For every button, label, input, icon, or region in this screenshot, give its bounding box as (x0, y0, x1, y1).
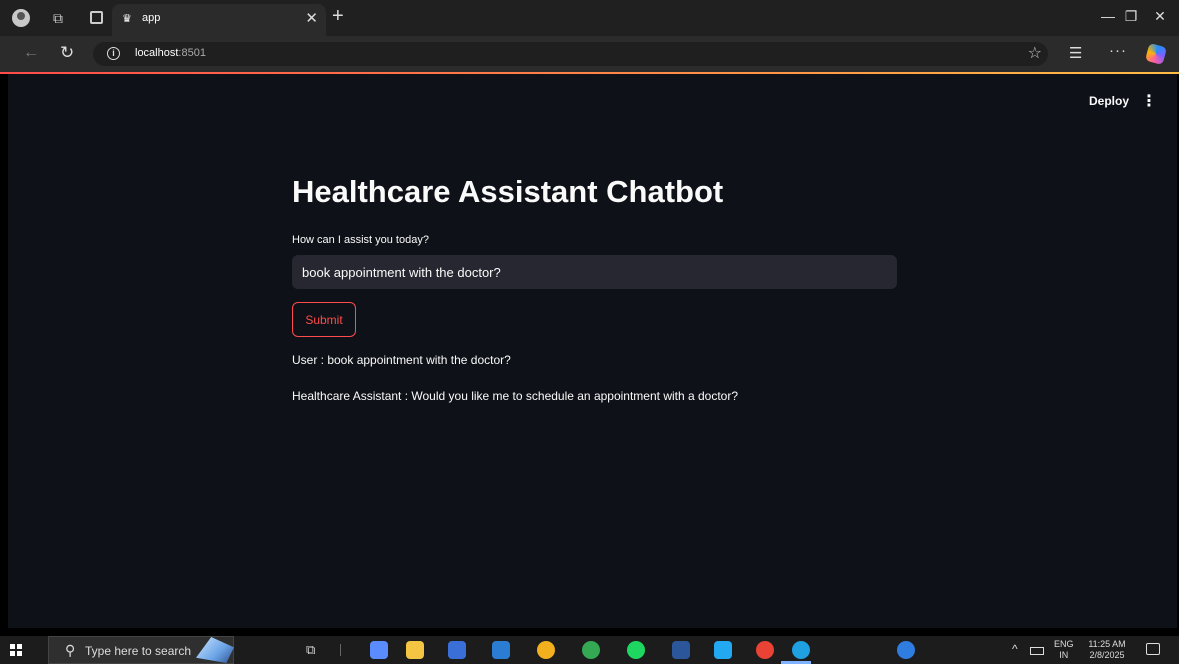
clock-date: 2/8/2025 (1089, 650, 1125, 660)
chevron-up-icon[interactable]: ^ (1012, 642, 1018, 656)
language-indicator[interactable]: ENG IN (1054, 639, 1074, 661)
input-label: How can I assist you today? (292, 234, 429, 246)
minimize-icon[interactable]: — (1098, 8, 1118, 24)
plus-icon[interactable]: + (332, 5, 344, 28)
info-icon[interactable]: i (107, 47, 120, 60)
outlook-icon[interactable] (492, 641, 510, 659)
chrome-icon-2[interactable] (756, 641, 774, 659)
main-menu-icon[interactable]: ⋮ (1141, 91, 1157, 111)
clock-time: 11:25 AM (1088, 639, 1126, 649)
favorites-icon[interactable]: ☰ (1069, 44, 1082, 62)
profile-icon[interactable] (12, 9, 30, 27)
address-bar[interactable]: i localhost:8501 ☆ (93, 42, 1048, 66)
taskbar: ⚲ Type here to search ⧉ ^ ENG IN 11:25 A… (0, 636, 1179, 664)
file-explorer-icon[interactable] (406, 641, 424, 659)
url-host: localhost (135, 47, 179, 59)
word-icon[interactable] (672, 641, 690, 659)
close-icon[interactable]: ✕ (305, 9, 318, 27)
notification-icon[interactable] (1146, 643, 1160, 655)
reload-icon[interactable]: ↻ (60, 43, 74, 63)
browser-tab-bar: ⧉ ♛ app ✕ + — ❐ ✕ (0, 0, 1179, 36)
app-main: Deploy ⋮ Healthcare Assistant Chatbot Ho… (8, 74, 1177, 628)
back-arrow-icon[interactable]: ← (23, 44, 39, 62)
chrome-profile-icon[interactable] (582, 641, 600, 659)
spotify-icon[interactable] (627, 641, 645, 659)
page-title: Healthcare Assistant Chatbot (292, 174, 724, 209)
edge-icon[interactable] (792, 641, 810, 659)
url-text: localhost:8501 (135, 47, 206, 59)
copilot-app-icon[interactable] (370, 641, 388, 659)
region-code: IN (1059, 650, 1069, 660)
chat-input[interactable] (292, 255, 897, 289)
streamlit-crown-icon: ♛ (122, 13, 132, 25)
help-icon[interactable] (897, 641, 915, 659)
workspaces-icon[interactable]: ⧉ (50, 9, 66, 27)
taskbar-divider (340, 644, 341, 656)
search-placeholder: Type here to search (85, 644, 192, 658)
battery-icon[interactable] (1030, 647, 1044, 655)
url-port: :8501 (178, 47, 206, 59)
deploy-button[interactable]: Deploy (1089, 94, 1129, 108)
tab-title: app (142, 12, 161, 24)
browser-toolbar: ← ↻ i localhost:8501 ☆ ☰ ··· (0, 36, 1179, 72)
user-message: User : book appointment with the doctor? (292, 353, 511, 367)
store-icon[interactable] (448, 641, 466, 659)
submit-button[interactable]: Submit (292, 302, 356, 337)
browser-tab[interactable]: ♛ app ✕ (112, 4, 326, 36)
vscode-icon[interactable] (714, 641, 732, 659)
assistant-message: Healthcare Assistant : Would you like me… (292, 389, 739, 403)
star-icon[interactable]: ☆ (1028, 43, 1042, 63)
ellipsis-icon[interactable]: ··· (1109, 42, 1127, 59)
chrome-icon[interactable] (537, 641, 555, 659)
search-icon: ⚲ (65, 642, 76, 658)
window-bottom-edge (0, 628, 1179, 636)
task-view-icon[interactable]: ⧉ (306, 642, 315, 658)
windows-start-icon[interactable] (10, 644, 22, 656)
tab-actions-icon[interactable] (90, 11, 103, 24)
copilot-icon[interactable] (1144, 42, 1168, 66)
language-code: ENG (1054, 639, 1074, 649)
clock[interactable]: 11:25 AM 2/8/2025 (1084, 639, 1130, 661)
close-window-icon[interactable]: ✕ (1150, 8, 1170, 25)
restore-icon[interactable]: ❐ (1121, 8, 1141, 25)
